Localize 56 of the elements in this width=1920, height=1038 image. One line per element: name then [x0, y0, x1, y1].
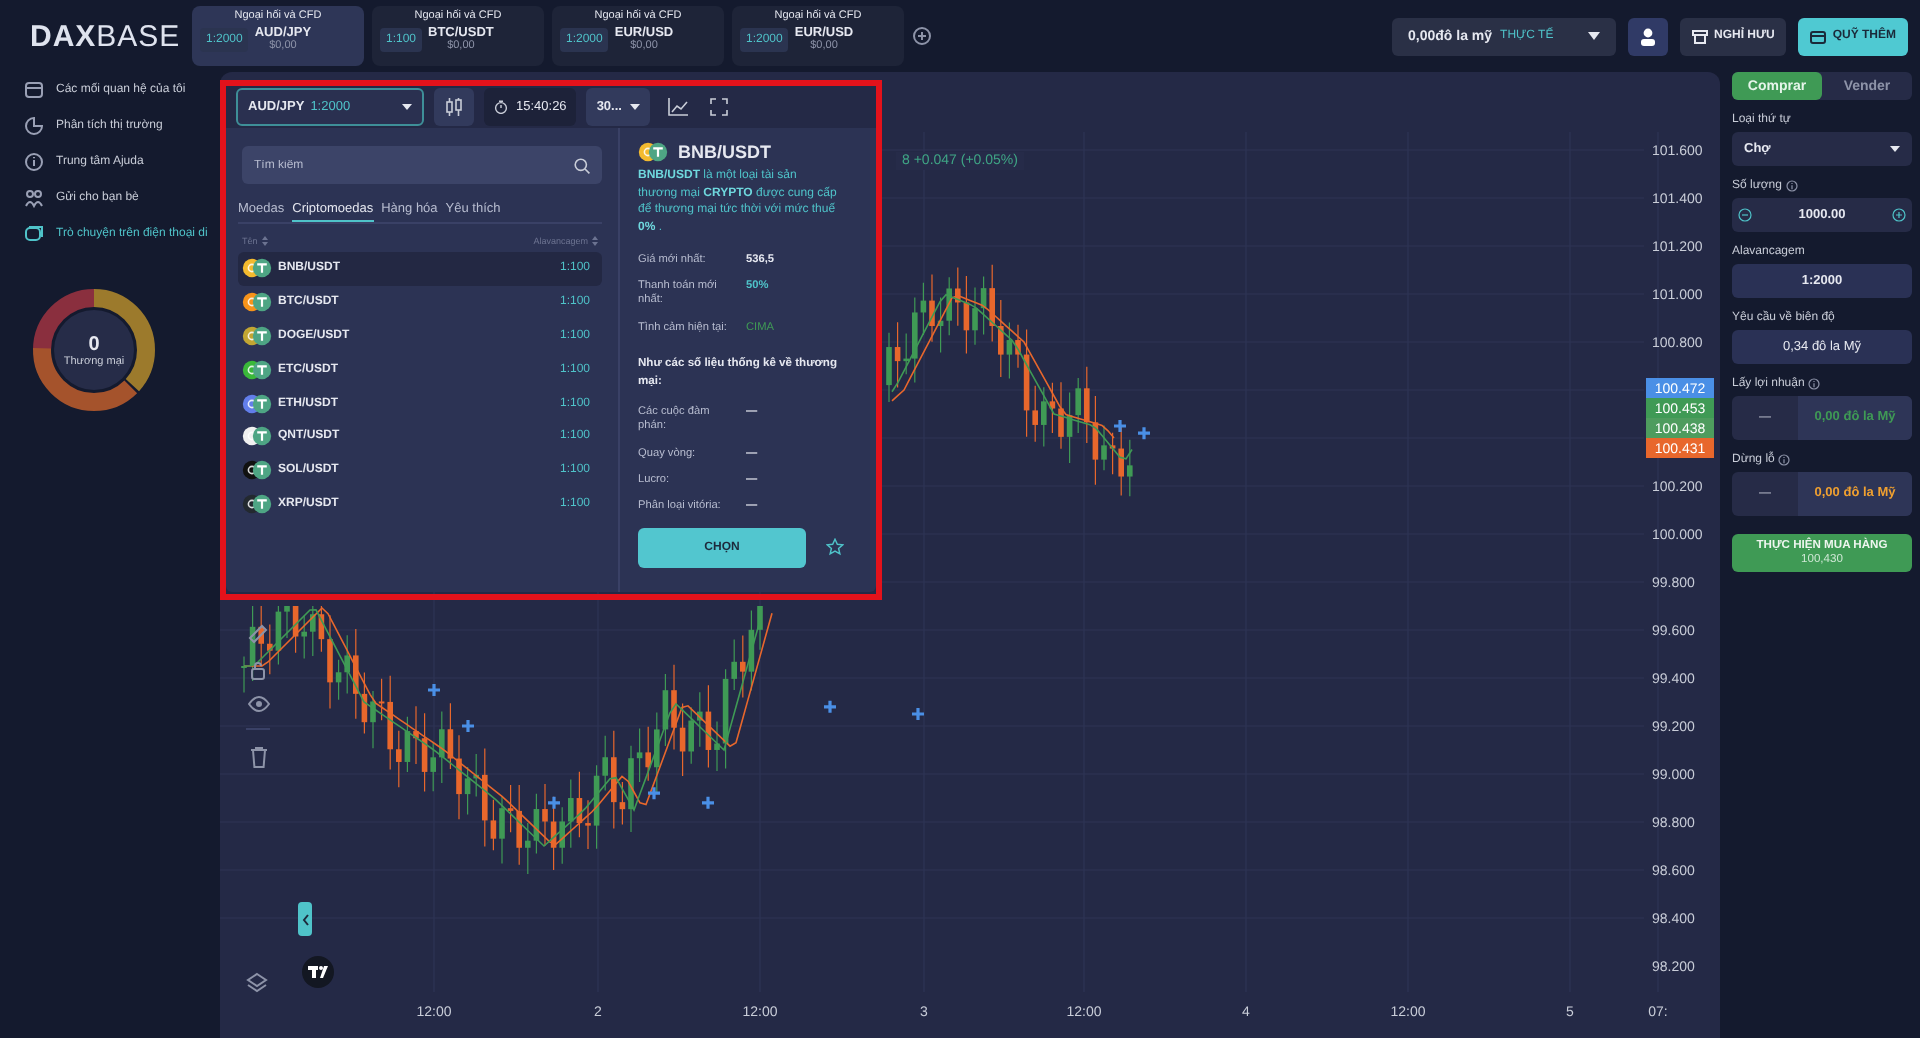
sort-icon	[261, 236, 268, 246]
eye-icon[interactable]	[247, 696, 269, 712]
sort-icon	[592, 236, 598, 246]
caret-icon	[402, 104, 412, 110]
coin-pair-icon	[242, 292, 272, 313]
trade-marker-icon	[1112, 418, 1128, 434]
coin-pair-icon	[242, 493, 272, 514]
candle	[1127, 439, 1133, 497]
add-tab-icon[interactable]	[912, 26, 932, 46]
coin-pair-icon	[638, 142, 668, 162]
trade-marker-icon	[1136, 425, 1152, 441]
calendar-icon	[24, 80, 44, 100]
box-icon	[1692, 29, 1709, 43]
caret-icon	[1588, 32, 1601, 40]
people-icon	[24, 188, 44, 208]
info-icon	[1785, 180, 1798, 192]
trade-marker-icon	[646, 785, 662, 801]
wallet-icon	[1810, 29, 1827, 43]
star-icon[interactable]	[826, 538, 844, 557]
candles-icon[interactable]	[434, 88, 474, 126]
logo: DAXBASE	[24, 19, 180, 53]
chevron-left-icon	[301, 913, 309, 925]
coin-pair-icon	[242, 460, 272, 481]
lock-icon[interactable]	[248, 660, 268, 680]
info-icon	[24, 152, 44, 172]
coin-pair-icon	[242, 325, 272, 346]
user-icon[interactable]	[1628, 17, 1669, 55]
asset-title: BNB/USDT	[678, 142, 771, 162]
trade-marker-icon	[822, 699, 838, 715]
ruler-icon[interactable]	[248, 624, 268, 644]
trade-marker-icon	[546, 795, 562, 811]
info-icon	[1808, 378, 1821, 390]
minus-icon[interactable]	[1738, 208, 1752, 222]
coin-pair-icon	[242, 426, 272, 447]
chart-logo-icon	[302, 956, 334, 988]
caret-icon	[629, 104, 640, 110]
trade-marker-icon	[460, 718, 476, 734]
gauge-value: 0	[88, 333, 100, 355]
coin-pair-icon	[242, 393, 272, 414]
collapse-tab[interactable]	[298, 902, 312, 936]
plus-icon[interactable]	[1892, 208, 1906, 222]
gauge-ring-drawing	[32, 288, 156, 412]
trade-marker-icon	[426, 682, 442, 698]
trade-marker-icon	[910, 706, 926, 722]
line-chart-icon[interactable]	[667, 98, 688, 116]
caret-icon	[1890, 146, 1900, 152]
trade-marker-icon	[700, 795, 716, 811]
coin-pair-icon	[242, 258, 272, 279]
pie-icon	[24, 116, 44, 136]
info-icon	[1778, 454, 1791, 466]
chat-icon	[24, 224, 44, 244]
stopwatch-icon	[494, 100, 508, 114]
trash-icon[interactable]	[249, 746, 267, 768]
fullscreen-icon[interactable]	[709, 98, 728, 116]
search-icon	[574, 157, 590, 173]
coin-pair-icon	[242, 359, 272, 380]
